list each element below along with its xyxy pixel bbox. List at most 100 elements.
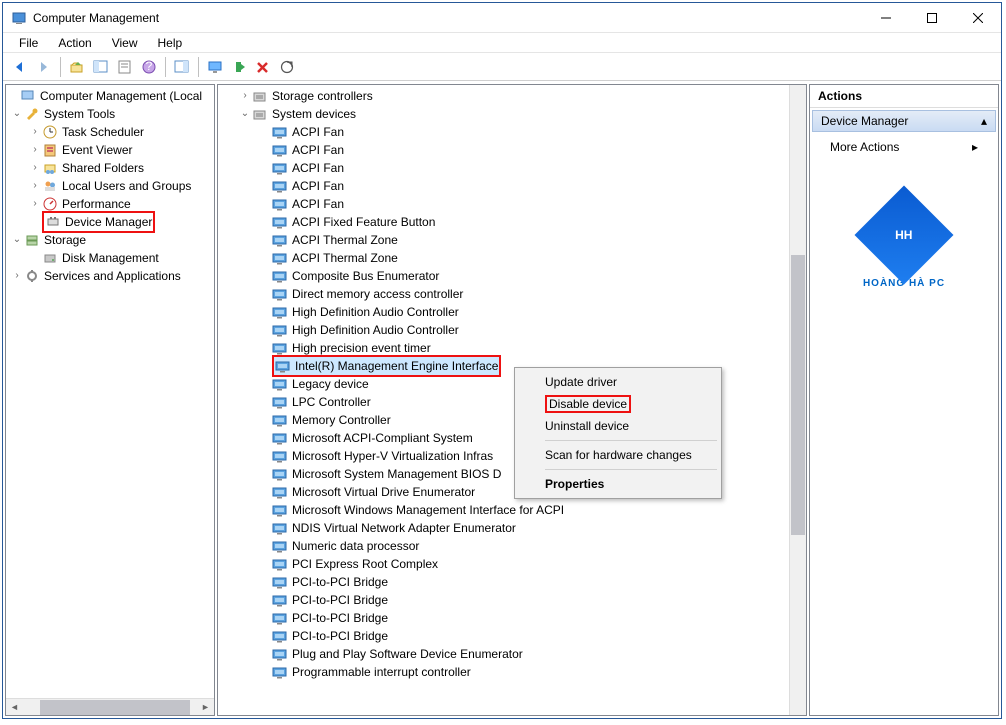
tree-item[interactable]: ACPI Fixed Feature Button xyxy=(218,213,789,231)
tree-root[interactable]: Computer Management (Local xyxy=(40,87,202,105)
device-icon xyxy=(272,394,288,410)
uninstall-device-button[interactable] xyxy=(252,56,274,78)
watermark-logo: HH HOÀNG HÀ PC xyxy=(849,200,959,289)
actions-pane: Actions Device Manager ▴ More Actions ▸ … xyxy=(809,84,999,716)
tree-storage[interactable]: Storage xyxy=(44,231,86,249)
device-icon xyxy=(272,412,288,428)
device-icon xyxy=(272,304,288,320)
services-icon xyxy=(24,268,40,284)
help-button[interactable]: ? xyxy=(138,56,160,78)
context-menu-item[interactable]: Uninstall device xyxy=(517,415,719,437)
window: Computer Management File Action View Hel… xyxy=(2,2,1002,719)
forward-button[interactable] xyxy=(33,56,55,78)
tree-item[interactable]: ACPI Thermal Zone xyxy=(218,231,789,249)
tree-item[interactable]: Direct memory access controller xyxy=(218,285,789,303)
tree-item[interactable]: ACPI Fan xyxy=(218,159,789,177)
device-icon xyxy=(272,196,288,212)
device-icon xyxy=(272,664,288,680)
tree-disk-mgmt[interactable]: Disk Management xyxy=(62,249,159,267)
menu-action[interactable]: Action xyxy=(50,34,99,52)
menubar: File Action View Help xyxy=(3,33,1001,53)
context-menu-item[interactable]: Disable device xyxy=(517,393,719,415)
context-menu-item[interactable]: Properties xyxy=(517,473,719,495)
tree-item[interactable]: ›Storage controllers xyxy=(218,87,789,105)
tree-item[interactable]: ACPI Thermal Zone xyxy=(218,249,789,267)
tree-local-users[interactable]: Local Users and Groups xyxy=(62,177,191,195)
minimize-button[interactable] xyxy=(863,3,909,32)
actions-header: Actions xyxy=(810,85,998,108)
show-hide-action-pane-button[interactable] xyxy=(171,56,193,78)
actions-section[interactable]: Device Manager ▴ xyxy=(812,110,996,132)
tree-item[interactable]: PCI-to-PCI Bridge xyxy=(218,573,789,591)
context-menu-separator xyxy=(545,469,717,470)
titlebar: Computer Management xyxy=(3,3,1001,33)
context-menu-item[interactable]: Update driver xyxy=(517,371,719,393)
tree-item[interactable]: ACPI Fan xyxy=(218,195,789,213)
more-actions-item[interactable]: More Actions ▸ xyxy=(810,134,998,160)
tree-item[interactable]: ACPI Fan xyxy=(218,141,789,159)
window-title: Computer Management xyxy=(33,11,863,25)
tree-item[interactable]: Programmable interrupt controller xyxy=(218,663,789,681)
close-button[interactable] xyxy=(955,3,1001,32)
tree-item[interactable]: Numeric data processor xyxy=(218,537,789,555)
tree-item[interactable]: PCI-to-PCI Bridge xyxy=(218,627,789,645)
tree-item[interactable]: High Definition Audio Controller xyxy=(218,303,789,321)
disk-icon xyxy=(42,250,58,266)
maximize-button[interactable] xyxy=(909,3,955,32)
tree-item[interactable]: Plug and Play Software Device Enumerator xyxy=(218,645,789,663)
tree-item[interactable]: Microsoft Windows Management Interface f… xyxy=(218,501,789,519)
main-content: ▾Computer Management (Local ⌄System Tool… xyxy=(3,81,1001,718)
device-icon xyxy=(272,430,288,446)
vertical-scrollbar[interactable] xyxy=(789,85,806,715)
tree-item[interactable]: ACPI Fan xyxy=(218,177,789,195)
context-menu-item[interactable]: Scan for hardware changes xyxy=(517,444,719,466)
users-icon xyxy=(42,178,58,194)
device-icon xyxy=(272,448,288,464)
device-manager-icon xyxy=(45,214,61,230)
window-controls xyxy=(863,3,1001,32)
left-horizontal-scrollbar[interactable]: ◄► xyxy=(6,698,214,715)
tree-item[interactable]: PCI-to-PCI Bridge xyxy=(218,591,789,609)
tree-item[interactable]: High Definition Audio Controller xyxy=(218,321,789,339)
menu-view[interactable]: View xyxy=(104,34,146,52)
tree-services[interactable]: Services and Applications xyxy=(44,267,181,285)
navigation-tree-pane: ▾Computer Management (Local ⌄System Tool… xyxy=(5,84,215,716)
more-actions-label: More Actions xyxy=(830,140,899,154)
menu-help[interactable]: Help xyxy=(150,34,191,52)
show-hide-tree-button[interactable] xyxy=(90,56,112,78)
event-log-icon xyxy=(42,142,58,158)
back-button[interactable] xyxy=(9,56,31,78)
device-icon xyxy=(272,124,288,140)
tree-item[interactable]: NDIS Virtual Network Adapter Enumerator xyxy=(218,519,789,537)
toolbar: ? xyxy=(3,53,1001,81)
device-icon xyxy=(272,160,288,176)
navigation-tree[interactable]: ▾Computer Management (Local ⌄System Tool… xyxy=(6,85,214,287)
tree-task-scheduler[interactable]: Task Scheduler xyxy=(62,123,144,141)
enable-device-button[interactable] xyxy=(228,56,250,78)
performance-icon xyxy=(42,196,58,212)
tree-item[interactable]: ACPI Fan xyxy=(218,123,789,141)
monitor-icon[interactable] xyxy=(204,56,226,78)
device-icon xyxy=(272,268,288,284)
device-list-pane: ›Storage controllers⌄System devicesACPI … xyxy=(217,84,807,716)
tree-item[interactable]: PCI Express Root Complex xyxy=(218,555,789,573)
menu-file[interactable]: File xyxy=(11,34,46,52)
device-icon xyxy=(272,592,288,608)
tree-device-manager[interactable]: Device Manager xyxy=(65,213,152,231)
collapse-icon: ▴ xyxy=(981,114,987,128)
up-button[interactable] xyxy=(66,56,88,78)
context-menu: Update driverDisable deviceUninstall dev… xyxy=(514,367,722,499)
device-icon xyxy=(272,484,288,500)
tree-item[interactable]: Composite Bus Enumerator xyxy=(218,267,789,285)
app-icon xyxy=(11,10,27,26)
tree-systools[interactable]: System Tools xyxy=(44,105,115,123)
tree-event-viewer[interactable]: Event Viewer xyxy=(62,141,132,159)
properties-button[interactable] xyxy=(114,56,136,78)
storage-icon xyxy=(24,232,40,248)
device-icon xyxy=(272,556,288,572)
scan-hardware-button[interactable] xyxy=(276,56,298,78)
tree-shared-folders[interactable]: Shared Folders xyxy=(62,159,144,177)
device-icon xyxy=(272,376,288,392)
tree-item[interactable]: PCI-to-PCI Bridge xyxy=(218,609,789,627)
tree-item[interactable]: ⌄System devices xyxy=(218,105,789,123)
